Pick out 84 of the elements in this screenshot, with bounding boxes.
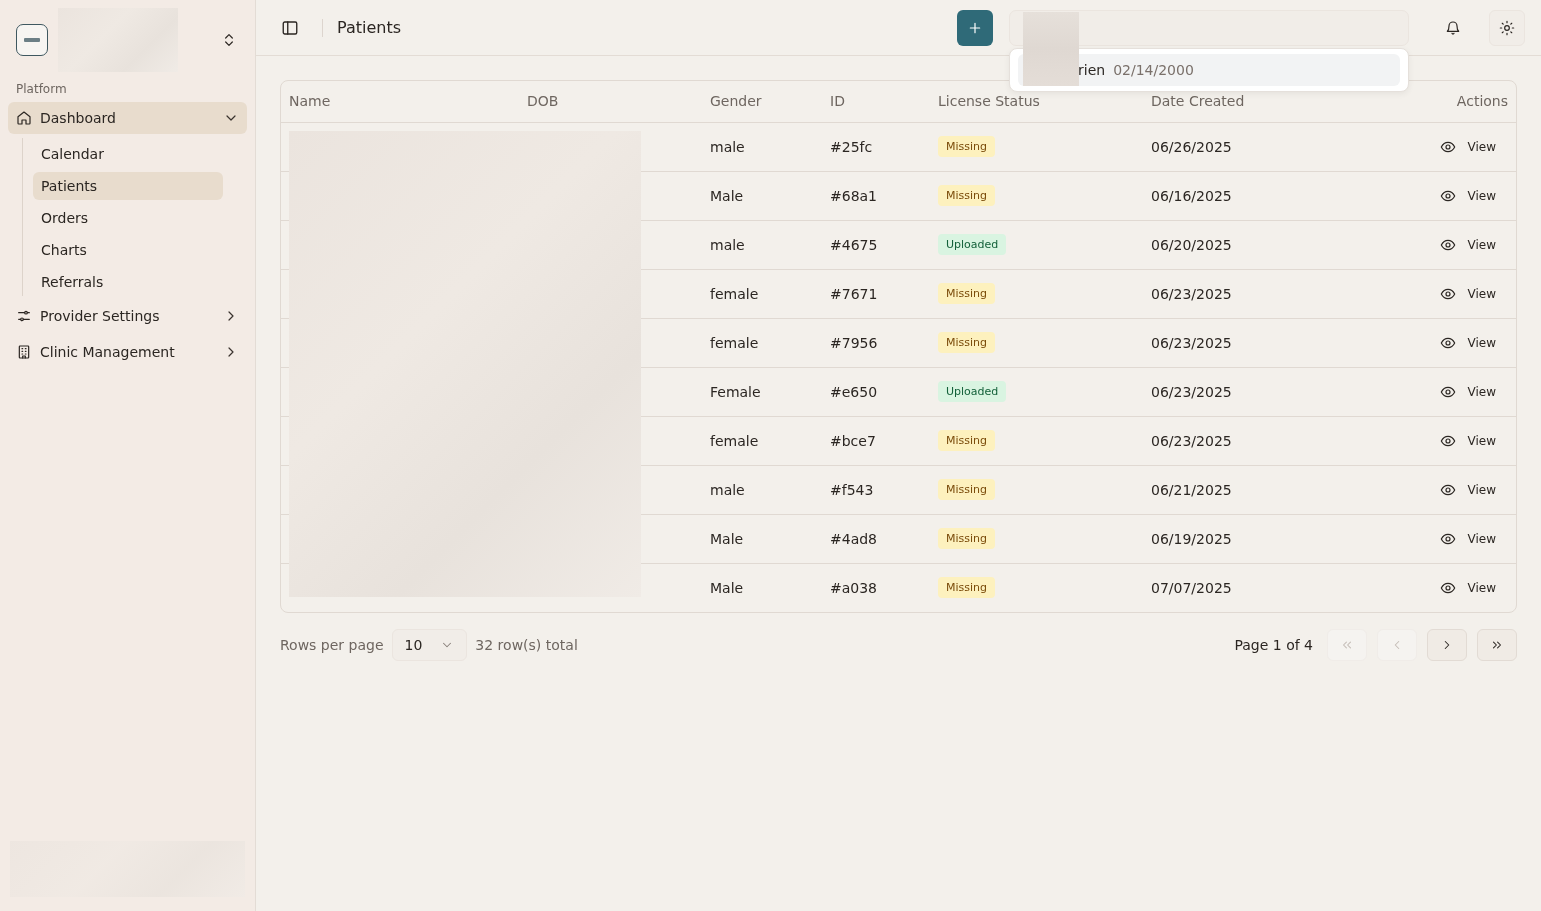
status-badge: Missing	[938, 479, 996, 500]
column-header: Gender	[710, 93, 762, 110]
building-icon	[16, 344, 32, 360]
sun-icon	[1499, 19, 1515, 36]
table-cell: #bce7	[830, 432, 876, 449]
table-cell: female	[710, 334, 759, 351]
sidebar-subitem[interactable]: Orders	[33, 204, 223, 232]
table-cell: female	[710, 285, 759, 302]
table-cell: #7671	[830, 285, 878, 302]
table-cell: Male	[710, 579, 744, 596]
sidebar-subitem[interactable]: Calendar	[33, 140, 223, 168]
sidebar-item[interactable]: Dashboard	[8, 102, 247, 134]
rows-per-page-label: Rows per page	[280, 637, 384, 653]
view-link[interactable]: View	[1439, 232, 1508, 257]
page-title: Patients	[337, 18, 402, 37]
table-cell: #68a1	[830, 187, 878, 204]
bell-icon	[1445, 19, 1461, 36]
table-cell: 06/20/2025	[1151, 236, 1232, 253]
table-cell: 06/21/2025	[1151, 481, 1232, 498]
view-link[interactable]: View	[1439, 330, 1508, 355]
page-indicator: Page 1 of 4	[1234, 637, 1313, 653]
sidebar-item[interactable]: Provider Settings	[8, 300, 247, 332]
table-cell: 06/23/2025	[1151, 432, 1232, 449]
table-cell: #4ad8	[830, 530, 877, 547]
table-cell: 07/07/2025	[1151, 579, 1232, 596]
view-link[interactable]: View	[1439, 575, 1508, 600]
table-cell: #f543	[830, 481, 874, 498]
table-cell: Female	[710, 383, 761, 400]
column-header: Name	[289, 93, 331, 110]
table-cell: #e650	[830, 383, 878, 400]
next-page-button[interactable]	[1427, 629, 1467, 661]
table-cell: 06/23/2025	[1151, 285, 1232, 302]
panel-left-icon	[281, 18, 299, 37]
table-cell: 06/16/2025	[1151, 187, 1232, 204]
last-page-button[interactable]	[1477, 629, 1517, 661]
sidebar-item[interactable]: Clinic Management	[8, 336, 247, 368]
status-badge: Uploaded	[938, 381, 1007, 402]
view-link[interactable]: View	[1439, 183, 1508, 208]
status-badge: Missing	[938, 283, 996, 304]
table-cell: Male	[710, 187, 744, 204]
add-button[interactable]	[957, 9, 993, 46]
table-cell: #4675	[830, 236, 878, 253]
table-cell: female	[710, 432, 759, 449]
column-header: Date Created	[1151, 93, 1245, 110]
column-header: License Status	[938, 93, 1040, 110]
sidebar-subitem[interactable]: Charts	[33, 236, 223, 264]
view-link[interactable]: View	[1439, 281, 1508, 306]
status-badge: Uploaded	[938, 234, 1007, 255]
rows-per-page-select[interactable]: 10	[391, 629, 468, 661]
view-link[interactable]: View	[1439, 477, 1508, 502]
table-cell: male	[710, 138, 745, 155]
table-cell: #25fc	[830, 138, 873, 155]
sidebar-subitem[interactable]: Patients	[33, 172, 223, 200]
table-cell: 06/26/2025	[1151, 138, 1232, 155]
status-badge: Missing	[938, 332, 996, 353]
column-header: ID	[830, 93, 845, 110]
view-link[interactable]: View	[1439, 526, 1508, 551]
table-cell: 06/19/2025	[1151, 530, 1232, 547]
logo-icon	[16, 24, 48, 56]
status-badge: Missing	[938, 430, 996, 451]
section-label: Platform	[15, 81, 68, 98]
table-cell: male	[710, 481, 745, 498]
view-link[interactable]: View	[1439, 134, 1508, 159]
table-cell: 06/23/2025	[1151, 383, 1232, 400]
status-badge: Missing	[938, 577, 996, 599]
table-cell: male	[710, 236, 745, 253]
table-cell: #a038	[830, 579, 878, 596]
table-cell: 06/23/2025	[1151, 334, 1232, 351]
status-badge: Missing	[938, 528, 996, 549]
view-link[interactable]: View	[1439, 428, 1508, 453]
table-cell: Male	[710, 530, 744, 547]
sidebar-subitem[interactable]: Referrals	[33, 268, 223, 296]
sliders-icon	[16, 308, 32, 324]
status-badge: Missing	[938, 136, 996, 157]
last-page-icon	[1490, 638, 1504, 652]
column-header: Actions	[1456, 93, 1508, 110]
view-link[interactable]: View	[1439, 379, 1508, 404]
row-count: 32 row(s) total	[475, 637, 578, 653]
first-page-icon	[1340, 638, 1354, 652]
column-header: DOB	[527, 93, 559, 110]
home-icon	[16, 110, 32, 126]
theme-toggle-button[interactable]	[1489, 9, 1525, 46]
status-badge: Missing	[938, 185, 996, 206]
table-cell: #7956	[830, 334, 878, 351]
